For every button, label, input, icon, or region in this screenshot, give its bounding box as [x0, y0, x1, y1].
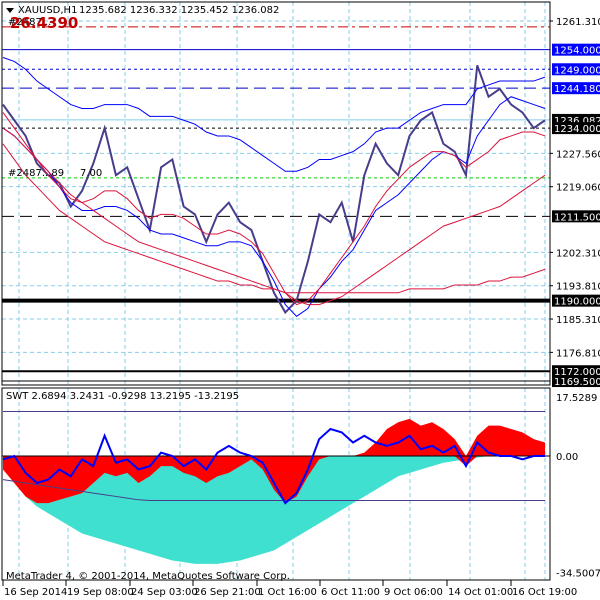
level-label: 1234.000 [554, 124, 600, 135]
osc-tick: 0.00 [556, 452, 578, 463]
price-tick: 1219.060 [556, 183, 600, 194]
big-value-label: 26.4390 [10, 14, 78, 32]
series-upper-band [2, 57, 546, 172]
price-tick: 1202.310 [556, 248, 600, 259]
time-tick: 6 Oct 11:00 [321, 587, 380, 598]
copyright: MetaTrader 4, © 2001-2014, MetaQuotes So… [6, 571, 290, 582]
time-tick: 9 Oct 06:00 [384, 587, 443, 598]
level-labels: 1254.0001249.0001244.1801236.0821234.000… [552, 43, 600, 388]
main-pane-border [1, 1, 551, 386]
time-axis: 16 Sep 2014 19 Sep 08:0024 Sep 03:0026 Se… [2, 580, 577, 598]
time-tick: 24 Sep 03:00 [131, 587, 198, 598]
series-lower-band [2, 96, 546, 317]
level-label: 1244.180 [554, 84, 600, 95]
time-tick: 19 Sep 08:00 [67, 587, 134, 598]
level-label: 1211.500 [554, 212, 600, 223]
level-label: 1254.000 [554, 46, 600, 57]
osc-tick: -34.5007 [556, 568, 600, 579]
level-label: 1249.000 [554, 65, 600, 76]
level-label: 1190.000 [554, 297, 600, 308]
time-tick: 1 Oct 16:00 [258, 587, 317, 598]
oscillator-red-upper [3, 418, 545, 456]
ohlc-values: 1235.682 1236.332 1235.452 1236.082 [79, 5, 279, 16]
time-tick: 16 Oct 19:00 [512, 587, 577, 598]
object-label-2-value: 7.00 [80, 168, 102, 179]
price-tick: 1176.810 [556, 348, 600, 359]
price-series [2, 57, 546, 317]
series-ma-200 [2, 143, 546, 294]
dropdown-triangle-icon[interactable] [6, 8, 14, 13]
osc-tick: 17.5289 [556, 393, 597, 404]
level-label: 1169.500 [554, 377, 600, 388]
price-tick: 1261.310 [556, 17, 600, 28]
series-close [2, 65, 546, 315]
time-tick: 26 Sep 21:00 [194, 587, 261, 598]
oscillator-title: SWT 2.6894 3.2431 -0.9298 13.2195 -13.21… [6, 391, 239, 402]
price-tick: 1193.810 [556, 282, 600, 293]
price-tick: 1227.560 [556, 149, 600, 160]
time-tick: 14 Oct 01:00 [448, 587, 513, 598]
price-tick: 1185.310 [556, 315, 600, 326]
series-ma-fast [2, 112, 546, 306]
metatrader-chart-window[interactable]: 1261.310 1227.560 1219.060 1202.310 1193.810… [0, 0, 600, 600]
time-tick: 16 Sep 2014 [4, 587, 67, 598]
chart-canvas[interactable]: 1261.310 1227.560 1219.060 1202.310 1193.810… [0, 0, 600, 600]
object-label-2: #2487...89 [8, 168, 64, 179]
oscillator-pane [2, 411, 550, 564]
